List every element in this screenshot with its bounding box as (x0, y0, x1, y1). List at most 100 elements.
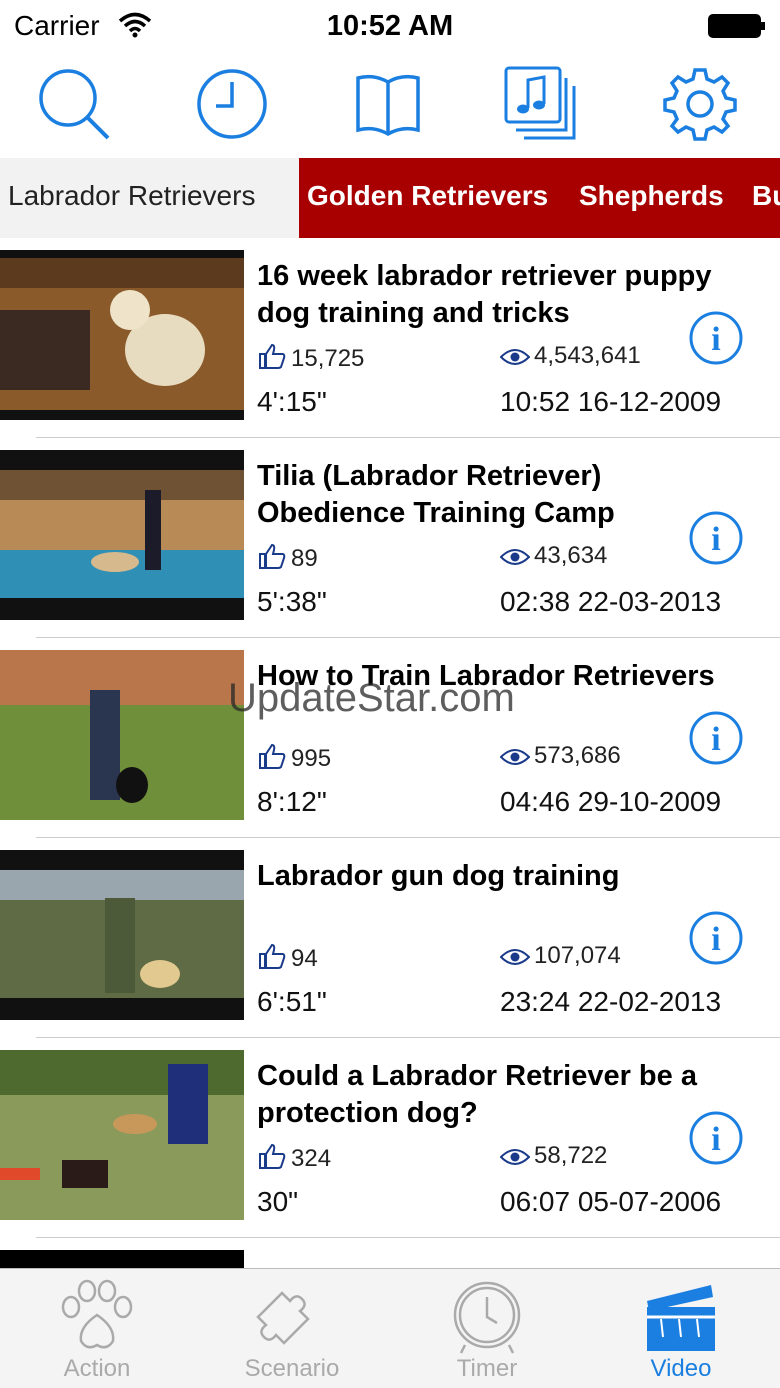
tab-labrador-retrievers[interactable]: Labrador Retrievers (0, 158, 299, 238)
video-row[interactable]: How to Train Labrador Retrievers 995 573… (0, 638, 780, 838)
video-date: 06:07 05-07-2006 (500, 1186, 722, 1217)
history-button[interactable] (192, 64, 272, 144)
bottom-tab-bar: Action Scenario Timer Video (0, 1268, 780, 1388)
video-title: Could a Labrador Retriever be a protecti… (257, 1060, 697, 1129)
video-list[interactable]: 16 week labrador retriever puppy dog tra… (0, 238, 780, 1268)
library-button[interactable] (348, 64, 428, 144)
views-value: 573,686 (534, 742, 621, 769)
likes-count: 94 (257, 942, 318, 973)
views-value: 43,634 (534, 542, 608, 569)
video-date: 23:24 22-02-2013 (500, 986, 722, 1017)
tab-scenario-label: Scenario (244, 1355, 340, 1382)
eye-icon (500, 549, 530, 565)
eye-icon (500, 1149, 530, 1165)
info-icon[interactable]: i (688, 510, 744, 566)
svg-text:i: i (711, 921, 720, 958)
book-icon (356, 74, 420, 137)
views-value: 58,722 (534, 1142, 608, 1169)
info-icon[interactable]: i (688, 910, 744, 966)
views-value: 107,074 (534, 942, 621, 969)
status-time: 10:52 AM (326, 10, 454, 42)
video-date: 02:38 22-03-2013 (500, 586, 722, 617)
views-count: 58,722 (500, 1142, 607, 1170)
likes-value: 324 (291, 1145, 332, 1172)
svg-text:i: i (711, 1121, 720, 1158)
clock-icon (197, 69, 267, 139)
video-thumbnail[interactable] (0, 850, 244, 1020)
thumbs-up-icon (259, 943, 286, 969)
info-icon[interactable]: i (688, 1110, 744, 1166)
music-playlist-icon (504, 66, 576, 140)
views-count: 43,634 (500, 542, 607, 570)
svg-text:i: i (711, 321, 720, 358)
info-icon[interactable]: i (688, 710, 744, 766)
eye-icon (500, 749, 530, 765)
video-date: 10:52 16-12-2009 (500, 386, 722, 417)
likes-count: 89 (257, 542, 318, 573)
top-toolbar (0, 52, 780, 158)
tab-video-label: Video (650, 1355, 712, 1382)
video-duration: 4':15" (257, 386, 327, 417)
tab-timer[interactable]: Timer (392, 1269, 582, 1388)
views-count: 4,543,641 (500, 342, 641, 370)
tab-bu[interactable]: Bu (752, 158, 780, 238)
video-duration: 8':12" (257, 786, 327, 817)
tab-action-label: Action (63, 1355, 131, 1382)
tab-video[interactable]: Video (586, 1269, 776, 1388)
likes-count: 15,725 (257, 342, 364, 373)
likes-value: 89 (291, 545, 318, 572)
likes-count: 324 (257, 1142, 331, 1173)
tab-timer-label: Timer (456, 1355, 518, 1382)
thumbs-up-icon (259, 743, 286, 769)
puzzle-icon (256, 1291, 310, 1345)
status-bar: Carrier 10:52 AM (0, 0, 780, 52)
tab-scenario[interactable]: Scenario (197, 1269, 387, 1388)
views-count: 573,686 (500, 742, 621, 770)
video-title: Labrador gun dog training (257, 860, 620, 892)
search-button[interactable] (34, 64, 114, 144)
svg-text:i: i (711, 521, 720, 558)
video-thumbnail[interactable] (0, 650, 244, 820)
video-thumbnail[interactable] (0, 1250, 244, 1268)
video-thumbnail[interactable] (0, 450, 244, 620)
likes-value: 995 (291, 745, 332, 772)
thumbs-up-icon (259, 1143, 286, 1169)
likes-value: 15,725 (291, 345, 365, 372)
category-tabs: Labrador Retrievers Golden Retrievers Sh… (0, 158, 780, 238)
video-row[interactable]: 16 week labrador retriever puppy dog tra… (0, 238, 780, 438)
video-row[interactable]: Tilia (Labrador Retriever) Obedience Tra… (0, 438, 780, 638)
video-row[interactable] (0, 1238, 780, 1268)
video-title: Tilia (Labrador Retriever) Obedience Tra… (257, 460, 615, 529)
likes-value: 94 (291, 945, 318, 972)
info-icon[interactable]: i (688, 310, 744, 366)
video-date: 04:46 29-10-2009 (500, 786, 722, 817)
video-title: 16 week labrador retriever puppy dog tra… (257, 260, 712, 329)
search-icon (39, 69, 110, 140)
gear-icon (663, 68, 737, 141)
eye-icon (500, 949, 530, 965)
playlist-button[interactable] (502, 64, 582, 144)
likes-count: 995 (257, 742, 331, 773)
stopwatch-icon (453, 1281, 521, 1354)
video-thumbnail[interactable] (0, 250, 244, 420)
thumbs-up-icon (259, 343, 286, 369)
views-count: 107,074 (500, 942, 621, 970)
video-row[interactable]: Labrador gun dog training 94 107,074 6':… (0, 838, 780, 1038)
tab-shepherds[interactable]: Shepherds (579, 158, 724, 238)
tab-action[interactable]: Action (2, 1269, 192, 1388)
battery-icon (708, 14, 765, 38)
video-row[interactable]: Could a Labrador Retriever be a protecti… (0, 1038, 780, 1238)
video-thumbnail[interactable] (0, 1050, 244, 1220)
svg-text:i: i (711, 721, 720, 758)
video-duration: 5':38" (257, 586, 327, 617)
video-duration: 30" (257, 1186, 299, 1217)
tab-golden-retrievers[interactable]: Golden Retrievers (307, 158, 548, 238)
views-value: 4,543,641 (534, 342, 641, 369)
paw-icon (61, 1279, 133, 1349)
watermark: UpdateStar.com (228, 676, 515, 720)
settings-button[interactable] (660, 64, 740, 144)
clapperboard-icon (647, 1285, 715, 1351)
eye-icon (500, 349, 530, 365)
thumbs-up-icon (259, 543, 286, 569)
video-duration: 6':51" (257, 986, 327, 1017)
